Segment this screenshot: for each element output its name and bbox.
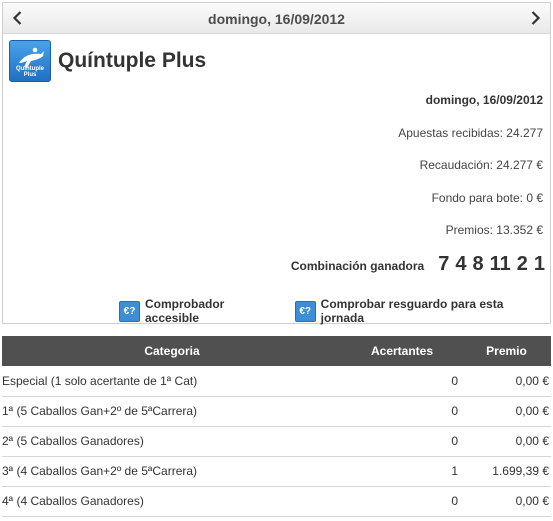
cell-acertantes: 0 [342,486,462,517]
col-acertantes: Acertantes [342,336,462,366]
cell-categoria: 2ª (5 Caballos Ganadores) [2,426,342,457]
combination-number: 7 [438,253,450,275]
winning-combination: Combinación ganadora 7 4 8 11 2 1 [291,253,545,276]
comprobar-resguardo-label: Comprobar resguardo para esta jornada [320,297,504,325]
cell-premio: 0,00 € [462,396,551,427]
game-title: Quíntuple Plus [58,49,207,72]
cell-premio: 1.699,39 € [462,456,551,487]
prize-table: Categoria Acertantes Premio Especial (1 … [2,336,551,517]
nav-date: domingo, 16/09/2012 [208,11,345,27]
fondo-bote: Fondo para bote: 0 € [431,190,543,205]
comprobar-resguardo-link[interactable]: €? Comprobar resguardo para esta jornada [294,297,550,325]
comprobador-accesible-link[interactable]: €? Comprobador accesible [119,297,282,325]
premios-total: Premios: 13.352 € [445,223,543,237]
cell-categoria: 4ª (4 Caballos Ganadores) [2,486,342,517]
combination-number: 8 [472,253,484,275]
cell-acertantes: 0 [342,366,462,397]
cell-categoria: 1ª (5 Caballos Gan+2º de 5ªCarrera) [2,396,342,427]
euro-check-icon: €? [294,300,316,322]
table-row: 3ª (4 Caballos Gan+2º de 5ªCarrera) 1 1.… [2,456,551,487]
draw-stats: domingo, 16/09/2012 Apuestas recibidas: … [398,93,543,256]
col-categoria: Categoria [2,336,342,366]
cell-categoria: 3ª (4 Caballos Gan+2º de 5ªCarrera) [2,456,342,487]
table-row: 2ª (5 Caballos Ganadores) 0 0,00 € [2,426,551,457]
apuestas-recibidas: Apuestas recibidas: 24.277 [398,125,543,140]
table-header-row: Categoria Acertantes Premio [2,336,551,366]
cell-categoria: Especial (1 solo acertante de 1ª Cat) [2,366,342,397]
cell-acertantes: 0 [342,426,462,457]
table-row: 1ª (5 Caballos Gan+2º de 5ªCarrera) 0 0,… [2,396,551,427]
combination-label: Combinación ganadora [290,259,425,273]
euro-check-icon: €? [119,300,140,322]
col-premio: Premio [462,336,551,366]
date-navigation: domingo, 16/09/2012 [3,3,550,34]
combination-number: 4 [455,253,467,275]
cell-premio: 0,00 € [462,426,551,457]
cell-acertantes: 1 [342,456,462,487]
results-card: domingo, 16/09/2012 Quíntuple Plus Quínt… [2,2,551,325]
logo-text: Quíntuple Plus [16,66,44,78]
combination-number: 2 [516,253,528,275]
draw-date: domingo, 16/09/2012 [425,93,543,107]
cell-premio: 0,00 € [462,486,551,517]
recaudacion: Recaudación: 24.277 € [419,158,543,172]
check-links: €? Comprobador accesible €? Comprobar re… [119,297,550,325]
quintuple-plus-logo: Quíntuple Plus [9,40,51,82]
cell-acertantes: 0 [342,396,462,427]
table-row: Especial (1 solo acertante de 1ª Cat) 0 … [2,366,551,397]
chevron-right-icon[interactable] [526,9,544,27]
combination-number: 1 [533,253,545,275]
combination-number: 11 [489,253,511,275]
cell-premio: 0,00 € [462,366,551,397]
table-row: 4ª (4 Caballos Ganadores) 0 0,00 € [2,486,551,517]
comprobador-accesible-label: Comprobador accesible [145,297,225,325]
